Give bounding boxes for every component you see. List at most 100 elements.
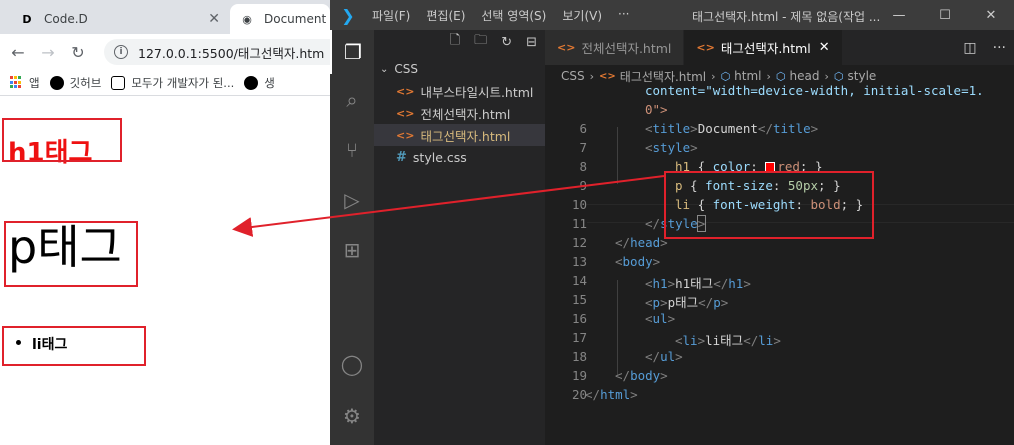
tab-universal-selector[interactable]: <> 전체선택자.html <box>545 30 685 65</box>
gear-icon[interactable]: ⚙ <box>330 394 374 438</box>
new-folder-icon[interactable]: 🗀 <box>474 31 487 53</box>
more-actions-icon[interactable]: ··· <box>993 40 1006 56</box>
folder-css[interactable]: ⌄ CSS <box>374 58 545 80</box>
code-text: 0"> <box>645 102 668 117</box>
breadcrumb-html[interactable]: html <box>734 69 761 83</box>
file-label: 전체선택자.html <box>420 106 511 122</box>
explorer-sidebar: 🗋 🗀 ↻ ⊟ ⌄ CSS <> 내부스타일시트.html <> 전체선택자.h… <box>374 30 545 445</box>
tab-tag-selector[interactable]: <> 태그선택자.html ✕ <box>684 30 843 65</box>
html-file-icon: <> <box>696 41 715 54</box>
menu-more[interactable]: ··· <box>618 7 629 24</box>
vscode-titlebar: ❯ 파일(F) 편집(E) 선택 영역(S) 보기(V) ··· 태그선택자.h… <box>330 0 1014 30</box>
file-tag-selector[interactable]: <> 태그선택자.html <box>374 124 545 146</box>
maximize-icon[interactable]: ☐ <box>922 0 968 30</box>
chevron-right-icon: › <box>766 69 771 83</box>
code-line-16: <ul> <box>645 311 676 326</box>
chevron-right-icon: › <box>589 69 595 83</box>
window-controls: — ☐ ✕ <box>876 0 1014 30</box>
bookmark-everyone-dev[interactable]: 모두가 개발자가 된... <box>111 75 234 91</box>
explorer-icon[interactable]: ❐ <box>330 30 374 74</box>
code-line-7: <style> <box>645 140 698 155</box>
code-line-19: </body> <box>615 368 668 383</box>
bookmark-apps[interactable]: 앱 <box>10 75 40 91</box>
annotation-box-h1 <box>2 118 122 162</box>
account-icon[interactable]: ◯ <box>330 342 374 386</box>
close-tab-icon[interactable]: ✕ <box>819 40 830 55</box>
browser-toolbar: ← → ↻ i 127.0.0.1:5500/태그선택자.htm <box>0 34 330 70</box>
browser-tab-document[interactable]: ◉ Document <box>230 4 330 34</box>
code-d-icon: D <box>22 12 32 26</box>
breadcrumb-head[interactable]: head <box>790 69 820 83</box>
run-debug-icon[interactable]: ▷ <box>330 178 374 222</box>
code-editor[interactable]: content="width=device-width, initial-sca… <box>545 83 1014 445</box>
new-file-icon[interactable]: 🗋 <box>450 31 460 53</box>
code-line-6: <title>Document</title> <box>645 121 819 136</box>
info-icon[interactable]: i <box>114 45 128 59</box>
breadcrumb-folder[interactable]: CSS <box>561 69 585 83</box>
bookmarks-bar: 앱 깃허브 모두가 개발자가 된... 생 <box>0 70 330 96</box>
cloud-icon <box>111 75 126 90</box>
line-number: 6 <box>579 121 587 136</box>
close-icon[interactable]: ✕ <box>968 0 1014 30</box>
minimize-icon[interactable]: — <box>876 0 922 30</box>
close-icon[interactable]: ✕ <box>208 11 220 27</box>
globe-icon: ◉ <box>242 12 252 26</box>
url-text: 127.0.0.1:5500/태그선택자.htm <box>138 45 325 61</box>
source-control-icon[interactable]: ⑂ <box>330 128 374 172</box>
chevron-right-icon: › <box>711 69 716 83</box>
menu-edit[interactable]: 편집(E) <box>426 7 465 24</box>
code-text: li태그 <box>705 333 744 348</box>
element-icon: ⬡ <box>833 69 844 83</box>
browser-window: D Code.D ✕ ◉ Document ← → ↻ i 127.0.0.1:… <box>0 0 330 445</box>
breadcrumb-style[interactable]: style <box>848 69 877 83</box>
file-label: 태그선택자.html <box>420 128 511 144</box>
code-text: content="width=device-width, initial-sca… <box>645 83 984 98</box>
bookmark-label: 생 <box>264 75 275 90</box>
menu-file[interactable]: 파일(F) <box>372 7 410 24</box>
forward-arrow-icon[interactable]: → <box>36 40 60 64</box>
line-number: 19 <box>571 368 587 383</box>
collapse-all-icon[interactable]: ⊟ <box>526 35 537 50</box>
breadcrumb-file[interactable]: 태그선택자.html <box>620 68 706 85</box>
menu-selection[interactable]: 선택 영역(S) <box>481 7 546 24</box>
chevron-down-icon: ⌄ <box>380 63 389 75</box>
element-icon: ⬡ <box>775 69 786 83</box>
folder-label: CSS <box>394 62 419 76</box>
code-line-15: <p>p태그</p> <box>645 295 729 310</box>
html-file-icon: <> <box>557 41 576 54</box>
reload-icon[interactable]: ↻ <box>66 40 90 64</box>
tab-label: 태그선택자.html <box>720 41 811 56</box>
browser-tab-coded[interactable]: D Code.D ✕ <box>0 4 228 34</box>
html-file-icon: <> <box>396 106 415 120</box>
bookmark-github[interactable]: 깃허브 <box>49 75 102 91</box>
back-arrow-icon[interactable]: ← <box>6 40 30 64</box>
github-icon <box>49 75 64 90</box>
bookmark-other[interactable]: 생 <box>244 75 275 91</box>
file-style-css[interactable]: # style.css <box>374 146 545 168</box>
apps-grid-icon <box>10 76 23 89</box>
file-universal-selector[interactable]: <> 전체선택자.html <box>374 102 545 124</box>
line-number: 12 <box>571 235 587 250</box>
search-icon[interactable]: ⌕ <box>330 78 374 122</box>
address-bar[interactable]: i 127.0.0.1:5500/태그선택자.htm <box>104 39 330 65</box>
rendered-page: h1태그 p태그 li태그 <box>0 96 330 445</box>
line-number: 7 <box>579 140 587 155</box>
element-icon: ⬡ <box>720 69 731 83</box>
bookmark-label: 깃허브 <box>69 75 102 90</box>
bookmark-label: 앱 <box>29 75 40 90</box>
file-internal-stylesheet[interactable]: <> 내부스타일시트.html <box>374 80 545 102</box>
line-number: 13 <box>571 254 587 269</box>
editor-actions: ◫ ··· <box>947 30 1006 65</box>
extensions-icon[interactable]: ⊞ <box>330 228 374 272</box>
code-line-17: <li>li태그</li> <box>675 333 781 348</box>
explorer-actions: 🗋 🗀 ↻ ⊟ <box>374 30 545 54</box>
split-editor-icon[interactable]: ◫ <box>963 40 976 56</box>
refresh-icon[interactable]: ↻ <box>501 35 512 50</box>
activity-bar: ❐ ⌕ ⑂ ▷ ⊞ ◯ ⚙ <box>330 30 374 445</box>
editor-area: <> 전체선택자.html <> 태그선택자.html ✕ ◫ ··· CSS … <box>545 30 1014 445</box>
menu-view[interactable]: 보기(V) <box>562 7 602 24</box>
vscode-logo-icon: ❯ <box>341 5 355 25</box>
line-number: 11 <box>571 216 587 231</box>
menu-bar: 파일(F) 편집(E) 선택 영역(S) 보기(V) ··· <box>372 7 645 24</box>
tab-label: Code.D <box>44 12 88 26</box>
